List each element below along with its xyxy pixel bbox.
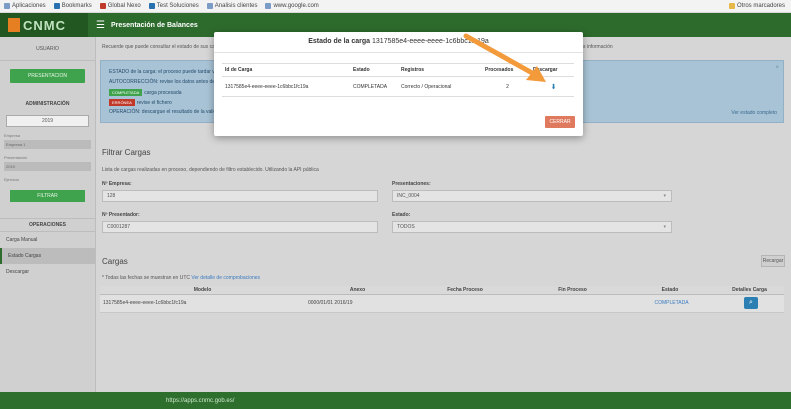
presentacion-button[interactable]: PRESENTACION	[10, 69, 85, 83]
label-presentacion: Presentaciones:	[392, 181, 431, 187]
bookmark-icon	[265, 3, 272, 9]
modal-header-row: Id de Carga Estado Registros Procesados …	[222, 63, 574, 77]
label-presentador: Nº Presentador:	[102, 212, 140, 218]
sidebar-input-empresa[interactable]: Empresa 1	[4, 140, 91, 149]
bookmark-4[interactable]: Analisis clientes	[206, 3, 257, 9]
col-modelo: Modelo	[100, 286, 305, 295]
col-estado: Estado	[625, 286, 715, 295]
cell-modelo: 1317585e4-eeee-eeee-1c6bbc1fc19a	[100, 294, 305, 313]
modal-table: Id de Carga Estado Registros Procesados …	[222, 63, 574, 97]
close-button[interactable]: CERRAR	[545, 116, 575, 128]
modal-cell-descargar: ⬇	[530, 76, 574, 97]
sidebar: USUARIO PRESENTACION ADMINISTRACIÓN 2019…	[0, 37, 96, 392]
bookmark-3[interactable]: Test Soluciones	[148, 3, 199, 9]
modal-col-descargar: Descargar	[530, 63, 574, 77]
filter-section-title: Filtrar Cargas	[102, 148, 151, 157]
logo-mark-icon	[8, 18, 20, 32]
sidebar-item-carga-manual[interactable]: Carga Manual	[0, 232, 95, 248]
modal-divider	[214, 52, 583, 53]
page-title: Presentación de Balances	[110, 21, 198, 29]
sidebar-section-admin: ADMINISTRACIÓN	[25, 101, 70, 107]
col-fecha-proceso: Fecha Proceso	[410, 286, 520, 295]
modal-col-id: Id de Carga	[222, 63, 350, 77]
status-badge-completed: COMPLETADA	[109, 89, 143, 96]
input-presentador[interactable]: C0001287	[102, 221, 378, 233]
bookmark-2[interactable]: Global Nexo	[99, 3, 141, 9]
sidebar-input-presentacion[interactable]: 2019	[4, 162, 91, 171]
cell-fecha	[410, 294, 520, 313]
modal-cell-estado: COMPLETADA	[350, 76, 398, 97]
info-line-5: OPERACIÓN: descargue el resultado de la …	[109, 109, 229, 115]
search-icon: ⌕	[749, 299, 753, 306]
filter-button[interactable]: FILTRAR	[10, 190, 85, 202]
status-badge-error: ERRÓNEA	[109, 99, 135, 106]
col-anexo: Anexo	[305, 286, 410, 295]
footer-link[interactable]: https://apps.cnmc.gob.es/	[166, 398, 234, 404]
cell-estado[interactable]: COMPLETADA	[625, 294, 715, 313]
bookmark-icon	[53, 3, 60, 9]
modal-col-estado: Estado	[350, 63, 398, 77]
refresh-button[interactable]: Recargar	[761, 255, 785, 267]
apps-icon	[4, 3, 10, 9]
menu-icon[interactable]: ☰	[96, 20, 105, 31]
cell-anexo: 0000/01/01 2016/19	[305, 294, 410, 313]
logo[interactable]: CNMC	[0, 13, 88, 37]
col-fin-proceso: Fin Proceso	[520, 286, 625, 295]
sidebar-item-descargar[interactable]: Descargar	[0, 264, 95, 280]
table-row: 1317585e4-eeee-eeee-1c6bbc1fc19a 0000/01…	[100, 294, 784, 313]
info-line-3: COMPLETADA carga procesada	[109, 89, 182, 96]
label-empresa: Nº Empresa:	[102, 181, 132, 187]
cargas-table: Modelo Anexo Fecha Proceso Fin Proceso E…	[100, 286, 784, 313]
bookmark-1[interactable]: Bookmarks	[53, 3, 92, 9]
modal-cell-registros: Correcto / Operacional	[398, 76, 482, 97]
sidebar-section-ops: OPERACIONES	[0, 218, 95, 232]
modal-cell-procesados: 2	[482, 76, 530, 97]
footer: https://apps.cnmc.gob.es/	[0, 392, 791, 409]
sidebar-user[interactable]: USUARIO	[0, 37, 95, 61]
label-estado: Estado:	[392, 212, 411, 218]
modal-col-procesados: Procesados	[482, 63, 530, 77]
bookmark-icon	[206, 3, 213, 9]
cell-detalles: ⌕	[715, 294, 784, 313]
bookmark-other[interactable]: Otros marcadores	[728, 3, 785, 9]
col-detalles: Detalles Carga	[715, 286, 784, 295]
status-modal: Estado de la carga 1317585e4-eeee-eeee-1…	[214, 32, 583, 136]
modal-row: 1317585e4-eeee-eeee-1c6bbc1fc19a COMPLET…	[222, 76, 574, 97]
bookmark-5[interactable]: www.google.com	[265, 3, 319, 9]
download-icon[interactable]: ⬇	[551, 84, 557, 91]
bookmark-icon	[99, 3, 106, 9]
sidebar-label-ejercicio: Ejercicio	[4, 177, 20, 182]
bookmark-apps[interactable]: Aplicaciones	[4, 3, 46, 9]
folder-icon	[728, 3, 735, 9]
select-presentacion[interactable]: INC_0004 ▾	[392, 190, 672, 202]
close-icon[interactable]: ×	[775, 65, 779, 71]
info-link[interactable]: Ver estado completo	[731, 110, 777, 116]
modal-col-registros: Registros	[398, 63, 482, 77]
bookmark-icon	[148, 3, 155, 9]
select-estado[interactable]: TODOS ▾	[392, 221, 672, 233]
modal-cell-id: 1317585e4-eeee-eeee-1c6bbc1fc19a	[222, 76, 350, 97]
cargas-title: Cargas	[102, 257, 128, 266]
details-button[interactable]: ⌕	[744, 297, 758, 309]
info-line-4: ERRÓNEA revise el fichero	[109, 99, 172, 106]
modal-title: Estado de la carga 1317585e4-eeee-eeee-1…	[308, 38, 489, 45]
input-empresa[interactable]: 128	[102, 190, 378, 202]
sidebar-item-estado-cargas[interactable]: Estado Cargas	[0, 248, 95, 264]
cell-fin	[520, 294, 625, 313]
logo-text: CNMC	[23, 17, 66, 33]
sidebar-label-presentacion: Presentación	[4, 155, 28, 160]
bookmarks-bar: Aplicaciones Bookmarks Global Nexo Test …	[0, 0, 791, 13]
cargas-note-link[interactable]: Ver detalle de comprobaciones	[191, 275, 260, 281]
sidebar-label-empresa: Empresa	[4, 133, 21, 138]
table-header-row: Modelo Anexo Fecha Proceso Fin Proceso E…	[100, 286, 784, 295]
info-line-2: AUTOCORRECCIÓN: revise los datos antes d…	[109, 79, 231, 85]
cargas-note: * Todas las fechas se muestran en UTC Ve…	[102, 275, 261, 281]
chevron-down-icon: ▾	[663, 193, 666, 199]
filter-section-desc: Lista de cargas realizadas en proceso, d…	[102, 167, 319, 173]
year-select[interactable]: 2019	[6, 115, 89, 127]
chevron-down-icon: ▾	[663, 224, 666, 230]
